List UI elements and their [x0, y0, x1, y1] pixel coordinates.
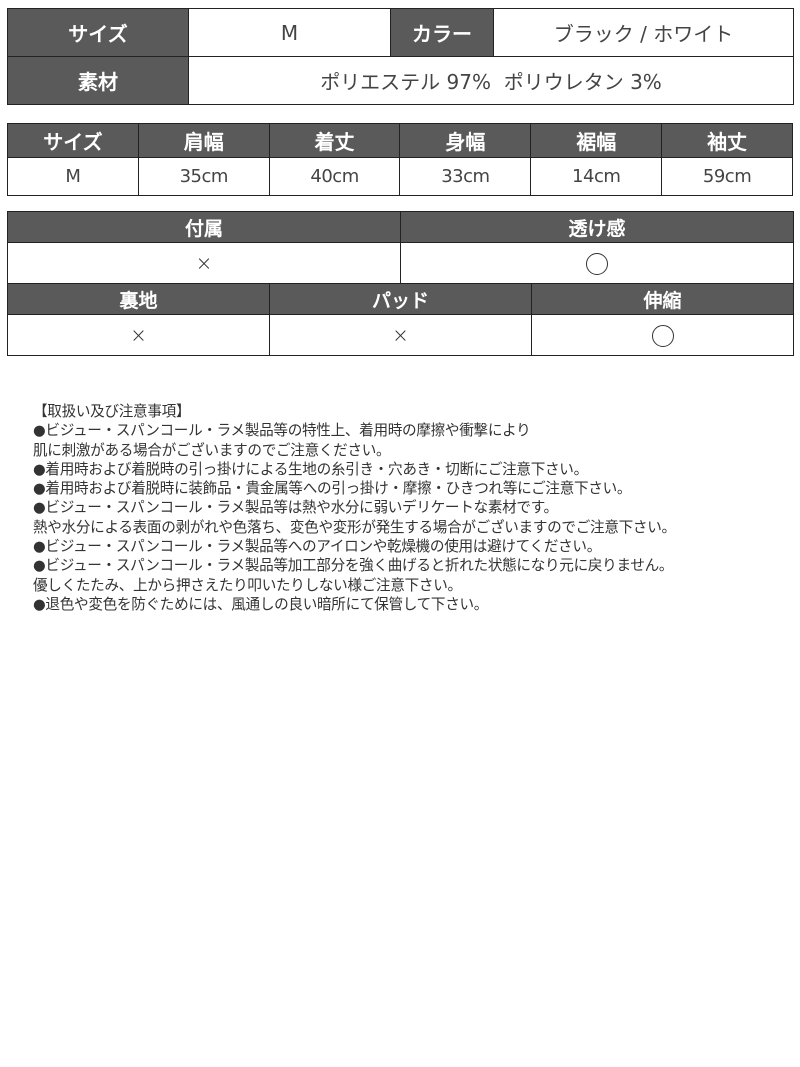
measurement-header: 着丈 — [268, 123, 401, 158]
pad-label: パッド — [268, 283, 533, 315]
measurement-header: 肩幅 — [137, 123, 270, 158]
measurement-value-row: M 35cm 40cm 33cm 14cm 59cm — [7, 157, 793, 196]
measurement-header: サイズ — [7, 123, 139, 158]
care-note-line: ●ビジュー・スパンコール・ラメ製品等加工部分を強く曲げると折れた状態になり元に戻… — [33, 557, 674, 575]
care-note-line: ●ビジュー・スパンコール・ラメ製品等は熱や水分に弱いデリケートな素材です。 — [33, 499, 558, 517]
material-label: 素材 — [7, 56, 189, 105]
features-table: 付属 透け感 × 裏地 パッド 伸縮 × × — [6, 211, 795, 356]
care-note-line: ●退色や変色を防ぐためには、風通しの良い暗所にて保管して下さい。 — [33, 595, 489, 613]
care-note-line: ●ビジュー・スパンコール・ラメ製品等の特性上、着用時の摩擦や衝撃により — [33, 422, 531, 440]
measurement-header-row: サイズ 肩幅 着丈 身幅 裾幅 袖丈 — [7, 123, 793, 158]
lining-label: 裏地 — [7, 283, 270, 315]
measurement-value: M — [7, 157, 139, 196]
circle-icon — [586, 253, 609, 276]
care-notes-title: 【取扱い及び注意事項】 — [33, 403, 191, 420]
measurement-value: 59cm — [661, 157, 793, 196]
care-note-line: ●着用時および着脱時に装飾品・貴金属等への引っ掛け・摩擦・ひきつれ等にご注意下さ… — [33, 480, 632, 498]
size-value: M — [188, 8, 391, 57]
features-header-row-1: 付属 透け感 — [6, 211, 795, 243]
size-label: サイズ — [7, 8, 189, 57]
summary-row-size-color: サイズ M カラー ブラック / ホワイト — [7, 8, 794, 57]
stretch-value — [531, 314, 795, 356]
pad-value: × — [268, 314, 533, 356]
care-note-line: 熱や水分による表面の剥がれや色落ち、変色や変形が発生する場合がございますのでご注… — [33, 518, 676, 536]
features-value-row-2: × × — [7, 314, 795, 356]
summary-table: サイズ M カラー ブラック / ホワイト 素材 ポリエステル 97% ポリウレ… — [7, 8, 794, 105]
sheerness-label: 透け感 — [400, 211, 795, 243]
measurement-header: 裾幅 — [530, 123, 663, 158]
measurement-value: 14cm — [530, 157, 663, 196]
accessory-value: × — [6, 242, 402, 284]
summary-row-material: 素材 ポリエステル 97% ポリウレタン 3% — [7, 56, 794, 105]
care-note-line: ●ビジュー・スパンコール・ラメ製品等へのアイロンや乾燥機の使用は避けてください。 — [33, 538, 601, 556]
measurement-header: 袖丈 — [661, 123, 793, 158]
material-value: ポリエステル 97% ポリウレタン 3% — [188, 56, 794, 105]
stretch-label: 伸縮 — [531, 283, 795, 315]
care-note-line: ●着用時および着脱時の引っ掛けによる生地の糸引き・穴あき・切断にご注意下さい。 — [33, 460, 588, 478]
measurement-value: 40cm — [268, 157, 401, 196]
sheerness-value — [400, 242, 795, 284]
cross-icon: × — [195, 251, 213, 275]
features-value-row-1: × — [6, 242, 795, 284]
color-label: カラー — [390, 8, 494, 57]
care-note-line: 肌に刺激がある場合がございますのでご注意ください。 — [33, 441, 391, 459]
measurement-value: 35cm — [137, 157, 270, 196]
measurement-table: サイズ 肩幅 着丈 身幅 裾幅 袖丈 M 35cm 40cm 33cm 14cm… — [7, 123, 793, 196]
color-value: ブラック / ホワイト — [493, 8, 794, 57]
lining-value: × — [7, 314, 270, 356]
cross-icon: × — [392, 323, 409, 347]
cross-icon: × — [130, 323, 147, 347]
measurement-header: 身幅 — [399, 123, 532, 158]
features-header-row-2: 裏地 パッド 伸縮 — [7, 283, 795, 315]
measurement-value: 33cm — [399, 157, 532, 196]
circle-icon — [651, 325, 674, 348]
care-notes: 【取扱い及び注意事項】 ●ビジュー・スパンコール・ラメ製品等の特性上、着用時の摩… — [33, 402, 793, 614]
accessory-label: 付属 — [6, 211, 402, 243]
care-note-line: 優しくたたみ、上から押さえたり叩いたりしない様ご注意下さい。 — [33, 576, 462, 594]
